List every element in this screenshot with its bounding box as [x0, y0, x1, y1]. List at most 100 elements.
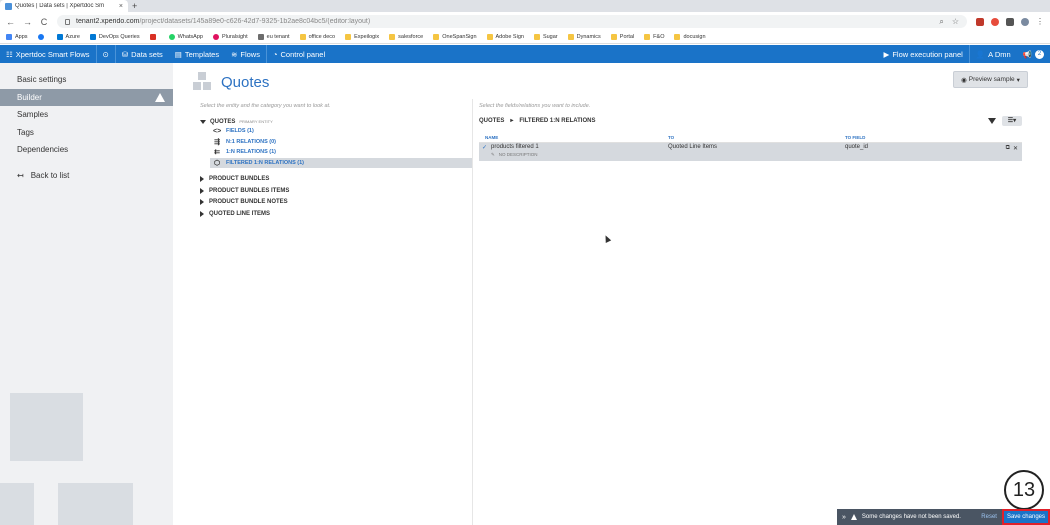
data-sets-icon: ⛁: [121, 49, 129, 59]
remove-icon[interactable]: ✕: [1013, 145, 1018, 152]
step-number-annotation: 13: [1004, 470, 1044, 510]
brand[interactable]: ☷ Xpertdoc Smart Flows: [0, 45, 97, 63]
primary-entity-badge: PRIMARY ENTITY: [239, 119, 273, 124]
close-tab-icon[interactable]: ×: [119, 3, 123, 10]
row-to: Quoted Line Items: [668, 144, 718, 150]
tree-item-fields[interactable]: <> FIELDS (1): [200, 126, 472, 137]
warning-icon: [155, 92, 165, 102]
bookmark-salesforce[interactable]: salesforce: [389, 34, 423, 40]
bookmark-office-deco[interactable]: office deco: [299, 34, 335, 40]
bookmark-portal[interactable]: Portal: [610, 34, 634, 40]
puzzle-icon[interactable]: [1006, 17, 1014, 26]
bookmark-facebook[interactable]: [37, 34, 47, 40]
row-description: NO DESCRIPTION: [498, 152, 538, 157]
nav-flow-execution[interactable]: ▶ Flow execution panel: [878, 45, 969, 63]
tree-item-n1-relations[interactable]: ⇶ N:1 RELATIONS (0): [200, 137, 472, 148]
tree-group-product-bundle-notes[interactable]: PRODUCT BUNDLE NOTES: [200, 196, 472, 208]
filter-icon[interactable]: [988, 117, 996, 124]
tree-item-1n-relations[interactable]: ⇇ 1:N RELATIONS (1): [200, 147, 472, 158]
breadcrumb-quotes[interactable]: QUOTES: [479, 118, 504, 124]
menu-icon[interactable]: ⋮: [1036, 17, 1044, 26]
pencil-icon[interactable]: ✎: [491, 152, 495, 158]
bookmark-gmail[interactable]: [149, 34, 159, 40]
expand-icon[interactable]: »: [837, 514, 851, 521]
nav-data-sets[interactable]: ⛁ Data sets: [116, 45, 169, 63]
preview-sample-button[interactable]: ◉ Preview sample ▾: [953, 71, 1028, 88]
bookmark-docusign[interactable]: docusign: [674, 34, 706, 40]
sidebar-item-samples[interactable]: Samples: [0, 106, 173, 124]
templates-icon: ▤: [174, 49, 182, 59]
address-bar[interactable]: tenant2.xperido.com/project/datasets/145…: [57, 15, 967, 28]
tree-group-product-bundles[interactable]: PRODUCT BUNDLES: [200, 173, 472, 185]
entity-hint: Select the entity and the category you w…: [200, 103, 331, 109]
browser-tab[interactable]: Quotes | Data sets | Xpertdoc Sm ×: [0, 0, 128, 12]
sidebar-item-builder[interactable]: Builder: [0, 88, 173, 106]
save-changes-button[interactable]: Save changes: [1001, 509, 1050, 525]
nav-templates[interactable]: ▤ Templates: [169, 45, 225, 63]
bookmark-adobe-sign[interactable]: Adobe Sign: [486, 34, 524, 40]
main-content: Quotes ◉ Preview sample ▾ Select the ent…: [173, 63, 1050, 525]
notifications[interactable]: 📢 2: [1017, 45, 1050, 63]
adblock-icon[interactable]: [991, 17, 999, 26]
view-options-button[interactable]: ☰▾: [1002, 115, 1022, 126]
reset-link[interactable]: Reset: [976, 514, 1002, 520]
reload-icon[interactable]: C: [40, 17, 48, 27]
unsaved-changes-bar: » Some changes have not been saved. Rese…: [837, 509, 1050, 525]
back-icon[interactable]: ←: [6, 17, 15, 27]
dataset-icon: [193, 72, 213, 92]
tree-group-quoted-line-items[interactable]: QUOTED LINE ITEMS: [200, 208, 472, 220]
bookmark-sugar[interactable]: Sugar: [533, 34, 558, 40]
bookmark-eu-tenant[interactable]: eu tenant: [257, 34, 290, 40]
bookmark-expeilogix[interactable]: Expeilogix: [345, 34, 379, 40]
address-row: ← → C tenant2.xperido.com/project/datase…: [0, 12, 1050, 31]
bookmark-whatsapp[interactable]: WhatsApp: [168, 34, 203, 40]
bookmark-apps[interactable]: Apps: [6, 34, 28, 40]
forward-icon[interactable]: →: [23, 17, 32, 27]
back-arrow-icon: ↤: [17, 170, 24, 180]
bookmark-star-icon[interactable]: ☆: [952, 17, 959, 27]
browser-tab-strip: Quotes | Data sets | Xpertdoc Sm × +: [0, 0, 1050, 12]
new-tab-button[interactable]: +: [132, 0, 137, 12]
url-text: tenant2.xperido.com/project/datasets/145…: [76, 18, 371, 25]
nav-control-panel[interactable]: ◔ Control panel: [267, 45, 331, 63]
profile-icon[interactable]: [1021, 17, 1029, 26]
back-to-list-link[interactable]: ↤ Back to list: [0, 171, 173, 180]
bookmark-dynamics[interactable]: Dynamics: [567, 34, 601, 40]
breadcrumb: QUOTES ▸ FILTERED 1:N RELATIONS ☰▾: [479, 115, 1022, 126]
extension-icon[interactable]: [976, 17, 984, 26]
dashboard-button[interactable]: ⊙: [97, 45, 115, 63]
row-to-field: quote_id: [845, 144, 869, 150]
expanded-caret-icon: [200, 119, 206, 124]
favicon-icon: [5, 2, 12, 10]
sidebar-item-basic-settings[interactable]: Basic settings: [0, 71, 173, 89]
check-icon[interactable]: ✓: [482, 144, 487, 151]
tree-group-product-bundles-items[interactable]: PRODUCT BUNDLES ITEMS: [200, 185, 472, 197]
bookmark-azure[interactable]: Azure: [56, 34, 80, 40]
copy-icon[interactable]: ⧉: [1006, 145, 1010, 152]
nav-flows[interactable]: ≋ Flows: [225, 45, 266, 63]
tree-root-quotes[interactable]: QUOTES PRIMARY ENTITY: [200, 117, 472, 126]
user-menu[interactable]: 👤 A Dmn: [970, 45, 1017, 63]
collapsed-caret-icon: [200, 175, 204, 182]
background-shape: [0, 483, 34, 525]
column-to[interactable]: TO: [668, 135, 845, 140]
bookmark-devops[interactable]: DevOps Queries: [89, 34, 140, 40]
bookmark-fo[interactable]: F&O: [644, 34, 664, 40]
caret-down-icon: ▾: [1016, 76, 1020, 84]
filter-relation-icon: ⬡: [213, 159, 221, 167]
bookmark-onespansign[interactable]: OneSpanSign: [433, 34, 477, 40]
notification-badge: 2: [1035, 49, 1044, 59]
tree-item-filtered-1n-relations[interactable]: ⬡ FILTERED 1:N RELATIONS (1): [210, 157, 472, 168]
unsaved-message: Some changes have not been saved.: [861, 514, 961, 520]
bookmark-pluralsight[interactable]: Pluralsight: [212, 34, 248, 40]
bookmarks-bar: Apps Azure DevOps Queries WhatsApp Plura…: [0, 31, 1050, 44]
table-row[interactable]: ✓ products filtered 1 Quoted Line Items q…: [479, 143, 1022, 161]
panel-divider: [472, 99, 473, 525]
zoom-icon[interactable]: ⌕: [939, 17, 943, 27]
warning-icon: [850, 514, 857, 520]
sidebar-item-dependencies[interactable]: Dependencies: [0, 141, 173, 159]
background-shape: [10, 393, 83, 461]
sidebar-item-tags[interactable]: Tags: [0, 124, 173, 142]
column-name[interactable]: NAME: [479, 135, 668, 140]
column-to-field[interactable]: TO FIELD: [845, 135, 865, 140]
